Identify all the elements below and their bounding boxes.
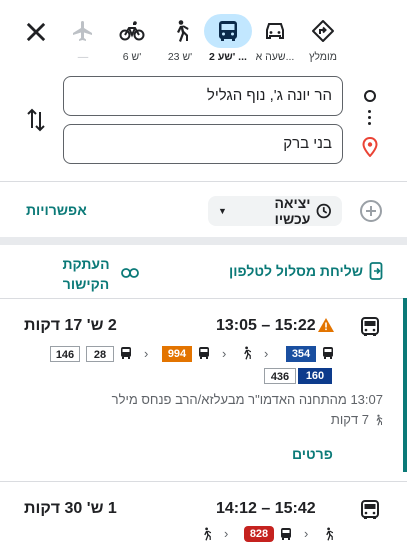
mode-walk[interactable]: 23 ש'	[155, 14, 205, 63]
divider	[0, 181, 407, 182]
mode-flight[interactable]: —	[58, 14, 108, 63]
origin-input[interactable]: הר יונה ג', נוף הגליל	[63, 76, 343, 116]
selected-route-accent	[403, 298, 407, 472]
swap-button[interactable]	[24, 106, 48, 134]
route-duration: 1 ש' 30 דקות	[24, 500, 117, 517]
bicycle-icon	[119, 21, 145, 41]
chevron-icon: ›	[304, 526, 309, 541]
location-pin-icon	[362, 136, 378, 162]
directions-icon	[312, 20, 334, 42]
chevron-icon: ›	[224, 526, 229, 541]
link-icon	[121, 265, 139, 283]
line-chip-828: 828	[244, 526, 274, 542]
send-to-phone-label: שליחת מסלול לטלפון	[229, 263, 363, 279]
mode-transit[interactable]: 2 שע' ...	[203, 14, 253, 63]
walk-small-icon	[240, 345, 252, 366]
details-link[interactable]: פרטים	[292, 446, 333, 462]
mode-bike-label: 6 ש'	[122, 51, 142, 63]
bus-small-icon	[280, 527, 292, 544]
divider	[0, 298, 407, 299]
more-dots-icon	[368, 110, 372, 128]
walk-small-icon	[322, 526, 334, 544]
close-button[interactable]	[22, 18, 50, 46]
close-icon	[26, 22, 46, 42]
mode-car-label: שעה א...	[255, 51, 295, 63]
travel-mode-bar: — 6 ש' 23 ש' 2 שע' ... שעה א... מומלץ	[0, 0, 407, 72]
mode-walk-label: 23 ש'	[167, 51, 193, 63]
clock-icon	[317, 203, 332, 219]
chevron-icon: ›	[222, 346, 227, 361]
warning-icon	[317, 317, 335, 338]
route-duration: 2 ש' 17 דקות	[24, 317, 117, 334]
line-chip-354: 354	[286, 346, 316, 362]
add-stop-button[interactable]	[360, 200, 382, 222]
copy-link-button[interactable]: העתקת הקישור	[56, 254, 116, 294]
walking-icon	[177, 20, 189, 42]
route-description: 13:07 מהתחנה האדמו"ר מבעלזא/הרב פנחס מיל…	[111, 392, 383, 407]
route-time: 13:05 – 15:22	[216, 317, 316, 334]
chevron-icon: ›	[264, 346, 269, 361]
chevron-icon: ›	[144, 346, 149, 361]
depart-time-dropdown[interactable]: יציאה עכשיו ▼	[208, 195, 342, 227]
car-icon	[266, 23, 284, 39]
line-chip-160: 160	[298, 368, 332, 384]
mode-recommended-label: מומלץ	[309, 51, 337, 63]
destination-input[interactable]: בני ברק	[63, 124, 343, 164]
bus-icon	[219, 21, 237, 41]
depart-time-label: יציאה עכשיו	[274, 195, 311, 227]
walk-duration: 7 דקות	[331, 412, 383, 427]
send-to-phone-button[interactable]: שליחת מסלול לטלפון	[229, 262, 383, 280]
mode-flight-label: —	[77, 51, 89, 63]
caret-down-icon: ▼	[218, 206, 227, 216]
mode-recommended[interactable]: מומלץ	[298, 14, 348, 63]
line-chip-994: 994	[162, 346, 192, 362]
swap-vertical-icon	[27, 108, 45, 132]
line-chip-146: 146	[50, 346, 80, 362]
bus-small-icon	[322, 346, 334, 365]
route-time: 14:12 – 15:42	[216, 500, 316, 517]
airplane-icon	[73, 21, 92, 41]
phone-send-icon	[369, 262, 383, 280]
line-chip-436: 436	[264, 368, 296, 384]
bus-small-icon	[198, 346, 210, 365]
walk-small-icon	[376, 414, 383, 425]
bus-small-icon	[120, 346, 132, 365]
walk-small-icon	[200, 526, 212, 544]
section-separator	[0, 237, 407, 245]
line-chip-28: 28	[86, 346, 114, 362]
mode-bike[interactable]: 6 ש'	[107, 14, 157, 63]
mode-transit-label: 2 שע' ...	[209, 51, 247, 63]
origin-circle-icon	[364, 90, 376, 102]
mode-car[interactable]: שעה א...	[250, 14, 300, 63]
divider	[0, 481, 407, 482]
walk-duration-label: 7 דקות	[330, 412, 369, 427]
options-link[interactable]: אפשרויות	[26, 202, 87, 218]
route-bus-icon	[360, 500, 380, 525]
route-bus-icon	[360, 317, 380, 342]
